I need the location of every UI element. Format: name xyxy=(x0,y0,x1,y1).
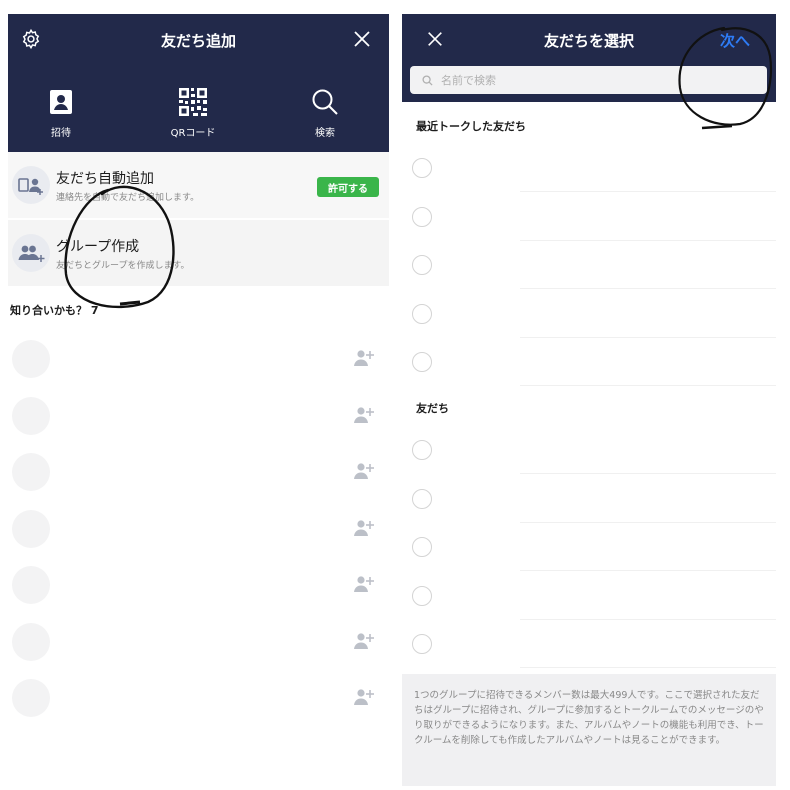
search-icon xyxy=(422,74,433,86)
add-friends-screen: 友だち追加 招待 QRコード 検索 友だち自動追加 連絡先を自動で友だち追加しま… xyxy=(8,14,389,786)
add-friend-icon[interactable] xyxy=(353,574,375,594)
group-add-icon xyxy=(12,234,50,272)
allow-button[interactable]: 許可する xyxy=(317,177,379,197)
invite-button[interactable]: 招待 xyxy=(16,86,106,139)
auto-add-friends-icon xyxy=(12,166,50,204)
auto-add-title: 友だち自動追加 xyxy=(56,171,154,187)
select-radio[interactable] xyxy=(412,303,432,324)
select-radio[interactable] xyxy=(412,255,432,275)
qr-code-icon xyxy=(148,86,238,118)
add-friend-icon[interactable] xyxy=(353,348,375,368)
friend-row[interactable] xyxy=(402,290,776,338)
select-radio[interactable] xyxy=(412,158,432,178)
select-radio[interactable] xyxy=(412,440,432,460)
next-button[interactable]: 次へ xyxy=(720,30,750,51)
select-friends-screen: 友だちを選択 次へ 名前で検索 最近トークした友だち 友だち 1つのグループに招… xyxy=(402,14,776,786)
add-friend-icon[interactable] xyxy=(353,518,375,538)
auto-add-friends-row[interactable]: 友だち自動追加 連絡先を自動で友だち追加します。 許可する xyxy=(8,152,389,218)
friend-row[interactable] xyxy=(402,572,776,620)
qr-code-label: QRコード xyxy=(170,128,216,139)
select-radio[interactable] xyxy=(412,206,432,227)
add-friend-icon[interactable] xyxy=(353,687,375,707)
search-icon xyxy=(280,86,370,118)
friend-row[interactable] xyxy=(402,426,776,474)
create-group-title: グループ作成 xyxy=(56,239,140,255)
search-placeholder: 名前で検索 xyxy=(441,74,496,87)
suggested-friend-row[interactable] xyxy=(8,500,389,556)
friend-row[interactable] xyxy=(402,144,776,192)
add-friend-icon[interactable] xyxy=(353,405,375,425)
select-radio[interactable] xyxy=(412,488,432,509)
friend-row[interactable] xyxy=(402,241,776,289)
search-input[interactable]: 名前で検索 xyxy=(410,66,767,94)
avatar xyxy=(12,679,50,717)
suggested-friend-row[interactable] xyxy=(8,443,389,499)
top-bar: 友だちを選択 次へ 名前で検索 xyxy=(402,14,776,102)
select-radio[interactable] xyxy=(412,537,432,557)
row-divider xyxy=(520,385,776,386)
avatar xyxy=(12,509,50,548)
create-group-row[interactable]: グループ作成 友だちとグループを作成します。 xyxy=(8,220,389,286)
avatar xyxy=(12,396,50,435)
invite-label: 招待 xyxy=(51,128,71,139)
avatar xyxy=(12,340,50,378)
friend-row[interactable] xyxy=(402,523,776,571)
row-divider xyxy=(520,667,776,668)
suggested-friend-row[interactable] xyxy=(8,387,389,443)
suggested-friends-label: 知り合いかも？ 7 xyxy=(10,304,99,317)
suggested-friend-row[interactable] xyxy=(8,669,389,725)
select-radio[interactable] xyxy=(412,585,432,606)
friend-row[interactable] xyxy=(402,338,776,386)
add-friend-icon[interactable] xyxy=(353,461,375,481)
friends-label: 友だち xyxy=(416,402,449,415)
avatar xyxy=(12,566,50,604)
friend-row[interactable] xyxy=(402,193,776,241)
group-info-note: 1つのグループに招待できるメンバー数は最大499人です。ここで選択された友だちは… xyxy=(402,674,776,786)
suggested-friend-row[interactable] xyxy=(8,556,389,612)
friend-row[interactable] xyxy=(402,475,776,523)
close-icon[interactable] xyxy=(349,26,375,52)
suggested-friend-row[interactable] xyxy=(8,330,389,386)
avatar xyxy=(12,622,50,661)
search-button[interactable]: 検索 xyxy=(280,86,370,139)
search-label: 検索 xyxy=(315,128,335,139)
recent-friends-label: 最近トークした友だち xyxy=(416,120,526,133)
auto-add-subtitle: 連絡先を自動で友だち追加します。 xyxy=(56,193,200,203)
top-bar: 友だち追加 招待 QRコード 検索 xyxy=(8,14,389,152)
create-group-subtitle: 友だちとグループを作成します。 xyxy=(56,261,190,271)
select-radio[interactable] xyxy=(412,634,432,654)
page-title: 友だち追加 xyxy=(160,32,236,50)
suggested-friend-row[interactable] xyxy=(8,613,389,669)
avatar xyxy=(12,453,50,491)
select-radio[interactable] xyxy=(412,352,432,372)
contact-card-icon xyxy=(16,86,106,118)
add-friend-icon[interactable] xyxy=(353,631,375,651)
qr-code-button[interactable]: QRコード xyxy=(148,86,238,139)
friend-row[interactable] xyxy=(402,620,776,668)
